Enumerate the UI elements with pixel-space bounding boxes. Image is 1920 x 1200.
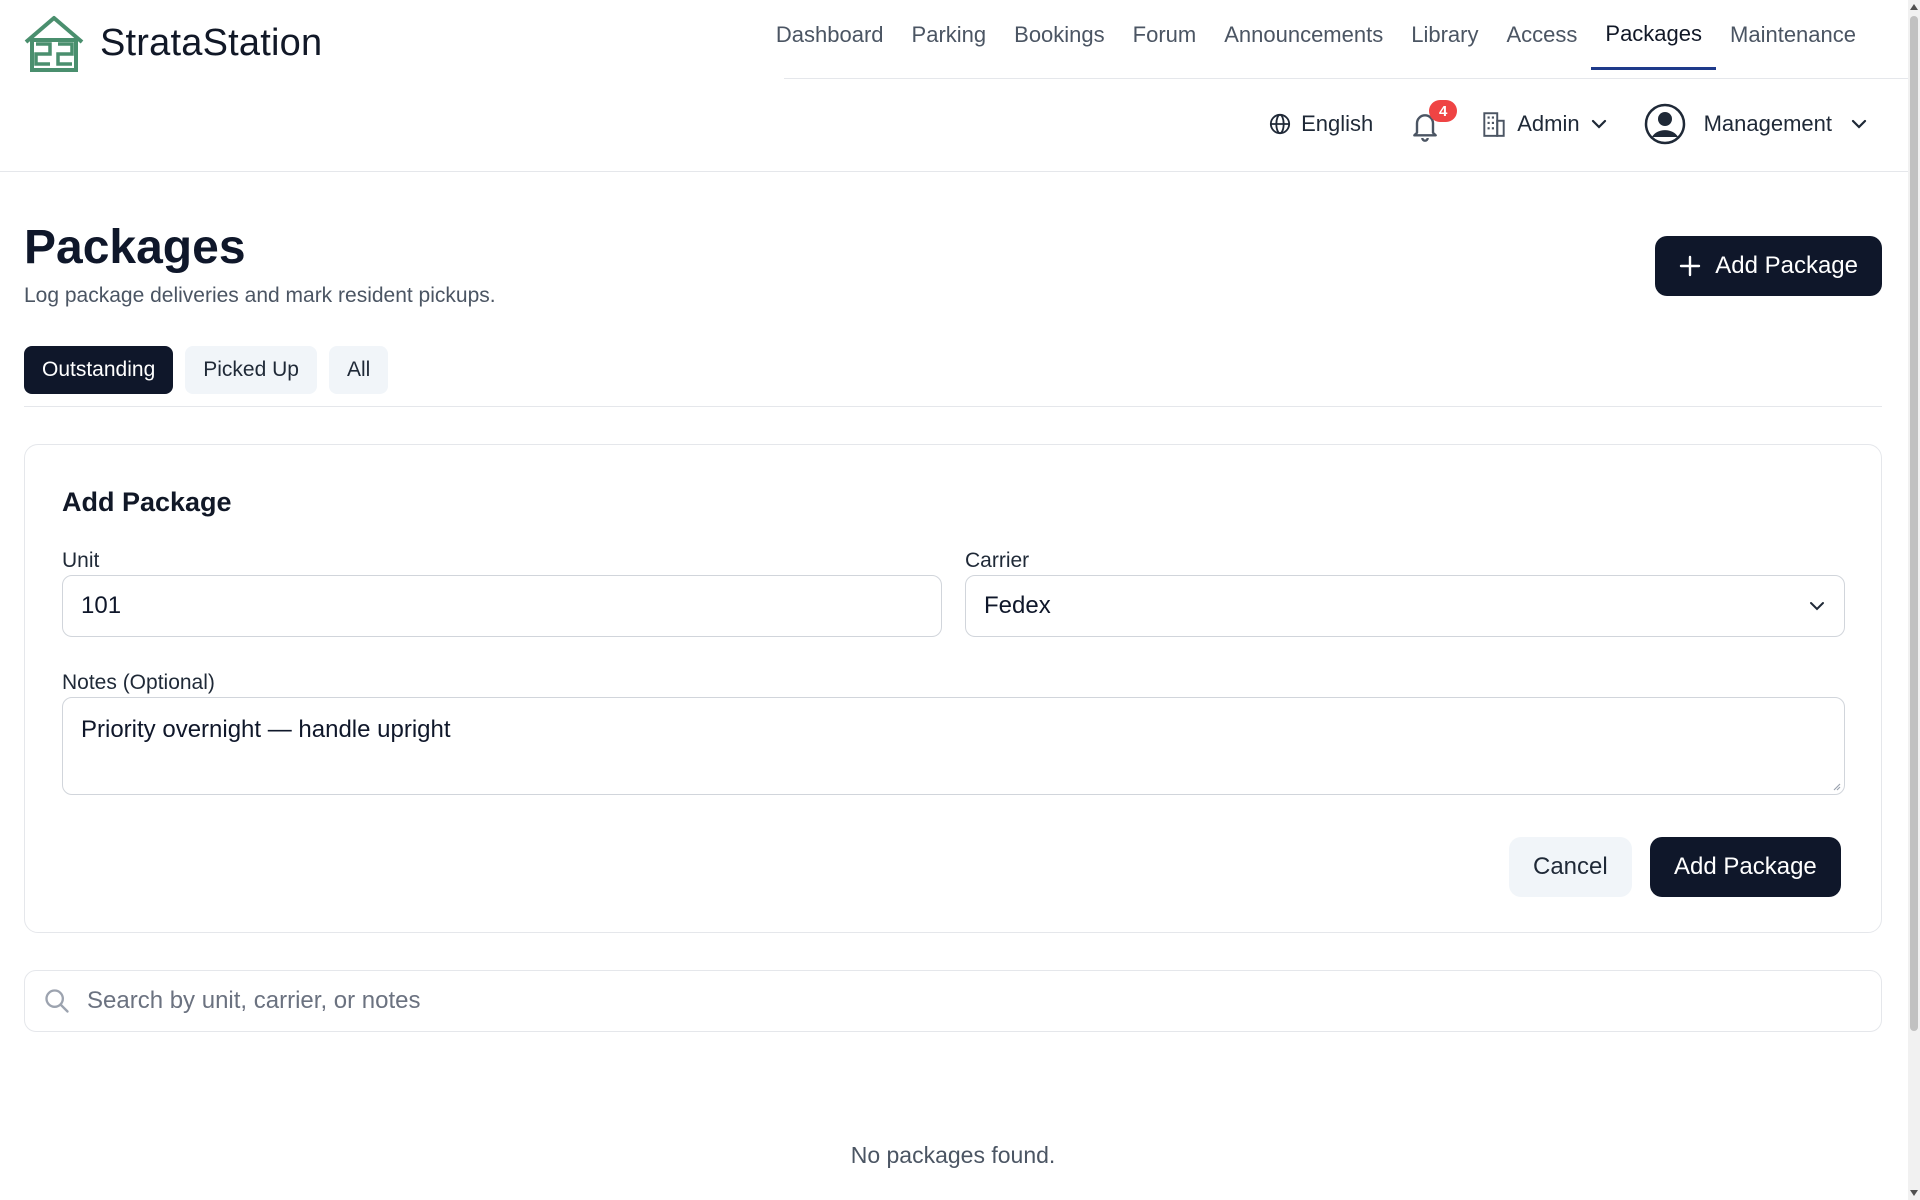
unit-label: Unit	[62, 549, 100, 572]
notes-textarea[interactable]: Priority overnight — handle upright	[62, 697, 1845, 795]
nav-item-dashboard[interactable]: Dashboard	[762, 0, 898, 70]
brand[interactable]: StrataStation	[22, 14, 322, 72]
add-package-button[interactable]: Add Package	[1655, 236, 1882, 296]
add-package-form: Add Package Unit Carrier Fedex Notes (Op…	[24, 444, 1882, 933]
scroll-down-arrow-icon[interactable]	[1910, 1190, 1918, 1196]
header-toolbar: English 4 Admin Management	[1269, 98, 1868, 150]
nav-item-access[interactable]: Access	[1492, 0, 1591, 70]
page-scrollbar[interactable]	[1908, 0, 1920, 1200]
nav-item-packages[interactable]: Packages	[1591, 0, 1717, 70]
user-avatar-icon	[1644, 103, 1685, 145]
carrier-label: Carrier	[965, 549, 1030, 572]
empty-state-message: No packages found.	[850, 1142, 1056, 1168]
language-selector[interactable]: English	[1269, 111, 1373, 137]
notification-badge: 4	[1429, 100, 1458, 122]
tab-outstanding[interactable]: Outstanding	[24, 346, 174, 394]
tab-picked-up[interactable]: Picked Up	[185, 346, 317, 394]
chevron-down-icon	[1810, 602, 1824, 611]
nav-item-bookings[interactable]: Bookings	[1000, 0, 1119, 70]
notes-wrap: Priority overnight — handle upright	[62, 697, 1845, 795]
nav-item-library[interactable]: Library	[1397, 0, 1492, 70]
scroll-up-arrow-icon[interactable]	[1910, 4, 1918, 10]
notes-label: Notes (Optional)	[62, 671, 215, 694]
building-selector[interactable]: Admin	[1481, 110, 1607, 138]
tabs-divider	[24, 406, 1882, 407]
unit-input[interactable]	[62, 575, 942, 637]
nav-item-parking[interactable]: Parking	[898, 0, 1001, 70]
chevron-down-icon	[1851, 119, 1867, 129]
bell-wrap: 4	[1409, 100, 1458, 144]
nav-item-forum[interactable]: Forum	[1119, 0, 1211, 70]
nav-items: Dashboard Parking Bookings Forum Announc…	[762, 0, 1870, 79]
page-subtitle: Log package deliveries and mark resident…	[24, 284, 496, 307]
add-package-button-label: Add Package	[1715, 252, 1858, 279]
nav-item-announcements[interactable]: Announcements	[1210, 0, 1397, 70]
globe-icon	[1269, 113, 1291, 135]
search-input[interactable]	[87, 987, 1787, 1015]
submit-package-button[interactable]: Add Package	[1650, 837, 1841, 897]
brand-name: StrataStation	[100, 21, 323, 64]
user-menu[interactable]: Management	[1644, 103, 1868, 145]
notifications-button[interactable]: 4	[1409, 100, 1458, 144]
plus-icon	[1680, 255, 1701, 277]
search-icon	[45, 989, 69, 1013]
tab-all[interactable]: All	[328, 346, 389, 394]
nav-item-maintenance[interactable]: Maintenance	[1716, 0, 1870, 70]
house-logo-icon	[24, 16, 84, 72]
cancel-button[interactable]: Cancel	[1509, 837, 1632, 897]
building-icon	[1483, 112, 1505, 137]
carrier-select[interactable]: Fedex	[965, 575, 1845, 637]
user-label: Management	[1703, 111, 1832, 136]
scroll-thumb[interactable]	[1910, 16, 1918, 1031]
top-header: StrataStation Dashboard Parking Bookings…	[0, 0, 1908, 172]
form-title: Add Package	[62, 487, 232, 517]
page: StrataStation Dashboard Parking Bookings…	[0, 0, 1920, 1200]
chevron-down-icon	[1591, 119, 1606, 129]
building-label: Admin	[1517, 111, 1580, 136]
carrier-selected-value: Fedex	[984, 592, 1051, 619]
filter-tabs: Outstanding Picked Up All	[24, 346, 389, 394]
page-title: Packages	[24, 221, 246, 274]
search-bar	[24, 970, 1882, 1032]
language-label: English	[1301, 111, 1374, 136]
resize-grip-icon[interactable]	[1831, 781, 1841, 791]
main-nav: Dashboard Parking Bookings Forum Announc…	[776, 0, 1908, 79]
